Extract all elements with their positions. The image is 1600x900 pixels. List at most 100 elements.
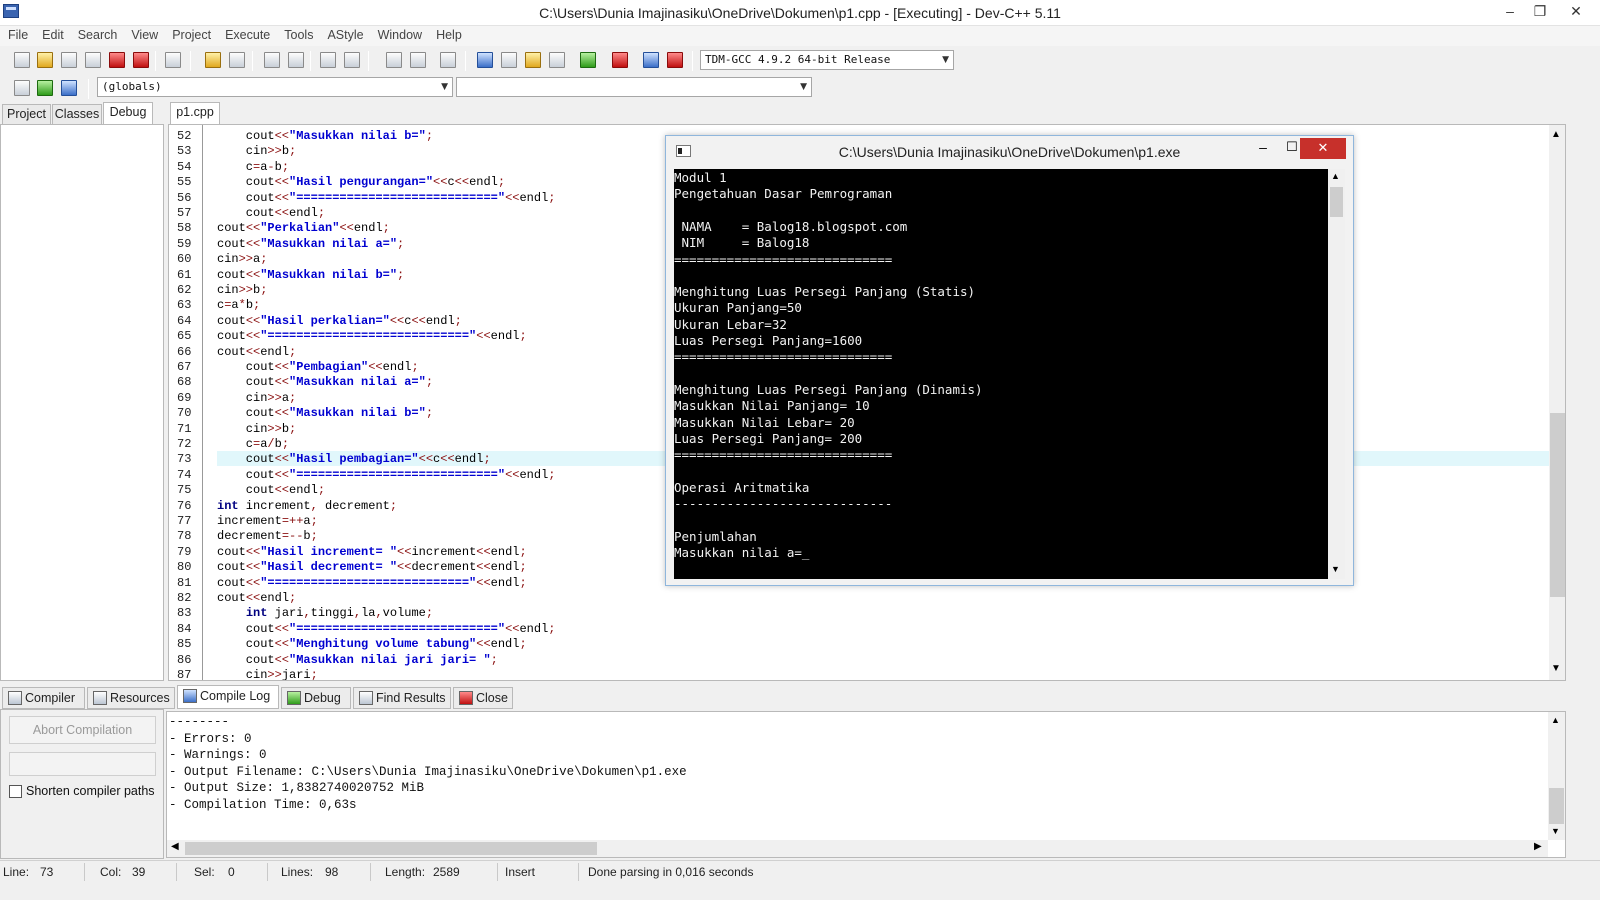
bookmark-icon[interactable]	[440, 52, 456, 68]
code-line[interactable]: int jari,tinggi,la,volume;	[217, 606, 433, 620]
menu-help[interactable]: Help	[429, 26, 469, 42]
code-line[interactable]: cout<<"Hasil pengurangan="<<c<<endl;	[217, 175, 505, 189]
indent-icon[interactable]	[320, 52, 336, 68]
menu-search[interactable]: Search	[71, 26, 125, 42]
tab-debug-output[interactable]: Debug	[281, 687, 351, 709]
menu-astyle[interactable]: AStyle	[320, 26, 370, 42]
rebuild-all-icon[interactable]	[549, 52, 565, 68]
stop-execution-icon[interactable]	[612, 52, 628, 68]
menu-project[interactable]: Project	[165, 26, 218, 42]
menu-view[interactable]: View	[124, 26, 165, 42]
console-output[interactable]: Modul 1 Pengetahuan Dasar Pemrograman NAM…	[674, 169, 1328, 579]
code-line[interactable]: c=a/b;	[217, 437, 289, 451]
close-button[interactable]: ✕	[1560, 0, 1592, 24]
maximize-button[interactable]: ❐	[1524, 0, 1556, 24]
tab-classes[interactable]: Classes	[52, 104, 102, 124]
compile-log[interactable]: -------- - Errors: 0 - Warnings: 0 - Output…	[166, 711, 1566, 858]
console-scrollbar[interactable]: ▲ ▼	[1328, 169, 1345, 579]
minimize-button[interactable]: –	[1494, 0, 1526, 24]
scrollbar-thumb[interactable]	[1330, 187, 1343, 217]
code-line[interactable]: cout<<"Hasil pembagian="<<c<<endl;	[217, 452, 491, 466]
find-icon[interactable]	[264, 52, 280, 68]
code-line[interactable]: cout<<"============================"<<en…	[217, 329, 527, 343]
code-line[interactable]: cout<<endl;	[217, 591, 296, 605]
insert-icon[interactable]	[14, 80, 30, 96]
code-line[interactable]: cout<<"Masukkan nilai a=";	[217, 237, 404, 251]
redo-icon[interactable]	[229, 52, 245, 68]
close-file-icon[interactable]	[109, 52, 125, 68]
code-line[interactable]: cin>>b;	[217, 144, 296, 158]
profile-chart-icon[interactable]	[643, 52, 659, 68]
code-line[interactable]: cout<<"============================"<<en…	[217, 576, 527, 590]
goto-forward-icon[interactable]	[410, 52, 426, 68]
goto-back-icon[interactable]	[386, 52, 402, 68]
console-minimize-button[interactable]: –	[1249, 138, 1277, 158]
menu-file[interactable]: File	[0, 26, 35, 42]
save-icon[interactable]	[61, 52, 77, 68]
scroll-down-icon[interactable]: ▼	[1551, 826, 1560, 836]
code-line[interactable]: cin>>b;	[217, 422, 296, 436]
scope-select[interactable]: (globals) ▼	[97, 77, 453, 97]
scroll-up-icon[interactable]: ▲	[1551, 715, 1560, 725]
goto-bookmark-icon[interactable]	[61, 80, 77, 96]
tab-close[interactable]: Close	[453, 687, 513, 709]
code-line[interactable]: decrement=--b;	[217, 529, 318, 543]
tab-debug[interactable]: Debug	[103, 102, 153, 124]
toggle-bookmark-icon[interactable]	[37, 80, 53, 96]
code-line[interactable]: c=a-b;	[217, 160, 289, 174]
code-line[interactable]: cout<<"============================"<<en…	[217, 622, 556, 636]
scrollbar-thumb[interactable]	[185, 842, 597, 855]
code-line[interactable]: cout<<"Pembagian"<<endl;	[217, 360, 419, 374]
code-line[interactable]: cout<<"Masukkan nilai a=";	[217, 375, 433, 389]
tab-compile-log[interactable]: Compile Log	[177, 685, 279, 709]
compiler-select[interactable]: TDM-GCC 4.9.2 64-bit Release ▼	[700, 50, 954, 70]
scroll-left-icon[interactable]: ◀	[171, 841, 179, 852]
symbol-select[interactable]: ▼	[456, 77, 812, 97]
compile-run-icon[interactable]	[525, 52, 541, 68]
tab-resources[interactable]: Resources	[87, 687, 175, 709]
undo-icon[interactable]	[205, 52, 221, 68]
code-line[interactable]: cout<<"Masukkan nilai b=";	[217, 129, 433, 143]
scroll-up-icon[interactable]: ▲	[1331, 171, 1340, 181]
code-line[interactable]: cout<<"Hasil decrement= "<<decrement<<en…	[217, 560, 527, 574]
tab-compiler[interactable]: Compiler	[2, 687, 85, 709]
menu-window[interactable]: Window	[371, 26, 429, 42]
code-line[interactable]: cin>>a;	[217, 391, 296, 405]
abort-compilation-button[interactable]: Abort Compilation	[9, 716, 156, 744]
shorten-paths-checkbox[interactable]	[9, 785, 22, 798]
code-line[interactable]: cout<<"============================"<<en…	[217, 468, 556, 482]
log-vertical-scrollbar[interactable]: ▲ ▼	[1548, 712, 1565, 840]
close-all-icon[interactable]	[133, 52, 149, 68]
log-horizontal-scrollbar[interactable]: ◀ ▶	[167, 840, 1548, 857]
scroll-down-icon[interactable]: ▼	[1331, 564, 1340, 574]
scroll-right-icon[interactable]: ▶	[1534, 841, 1542, 852]
unindent-icon[interactable]	[344, 52, 360, 68]
code-line[interactable]: c=a*b;	[217, 298, 260, 312]
compile-icon[interactable]	[477, 52, 493, 68]
replace-icon[interactable]	[288, 52, 304, 68]
code-line[interactable]: cout<<"Hasil increment= "<<increment<<en…	[217, 545, 527, 559]
code-line[interactable]: cin>>b;	[217, 283, 267, 297]
profile-delete-icon[interactable]	[667, 52, 683, 68]
code-line[interactable]: int increment, decrement;	[217, 499, 397, 513]
tab-p1-cpp[interactable]: p1.cpp	[170, 102, 220, 124]
tab-find-results[interactable]: Find Results	[353, 687, 451, 709]
code-line[interactable]: cout<<"Masukkan nilai jari jari= ";	[217, 653, 498, 667]
scrollbar-thumb[interactable]	[1550, 413, 1565, 597]
scrollbar-thumb[interactable]	[1549, 788, 1564, 824]
menu-tools[interactable]: Tools	[277, 26, 320, 42]
new-file-icon[interactable]	[14, 52, 30, 68]
code-line[interactable]: cout<<"Masukkan nilai b=";	[217, 406, 433, 420]
code-line[interactable]: increment=++a;	[217, 514, 318, 528]
tab-project[interactable]: Project	[2, 104, 51, 124]
menu-execute[interactable]: Execute	[218, 26, 277, 42]
open-file-icon[interactable]	[37, 52, 53, 68]
scroll-up-icon[interactable]: ▲	[1551, 129, 1561, 140]
code-line[interactable]: cout<<endl;	[217, 345, 296, 359]
code-line[interactable]: cout<<endl;	[217, 206, 325, 220]
code-line[interactable]: cin>>jari;	[217, 668, 318, 680]
console-close-button[interactable]: ✕	[1300, 138, 1346, 159]
code-line[interactable]: cout<<"Masukkan nilai b=";	[217, 268, 404, 282]
menu-edit[interactable]: Edit	[35, 26, 71, 42]
code-line[interactable]: cout<<"============================"<<en…	[217, 191, 556, 205]
